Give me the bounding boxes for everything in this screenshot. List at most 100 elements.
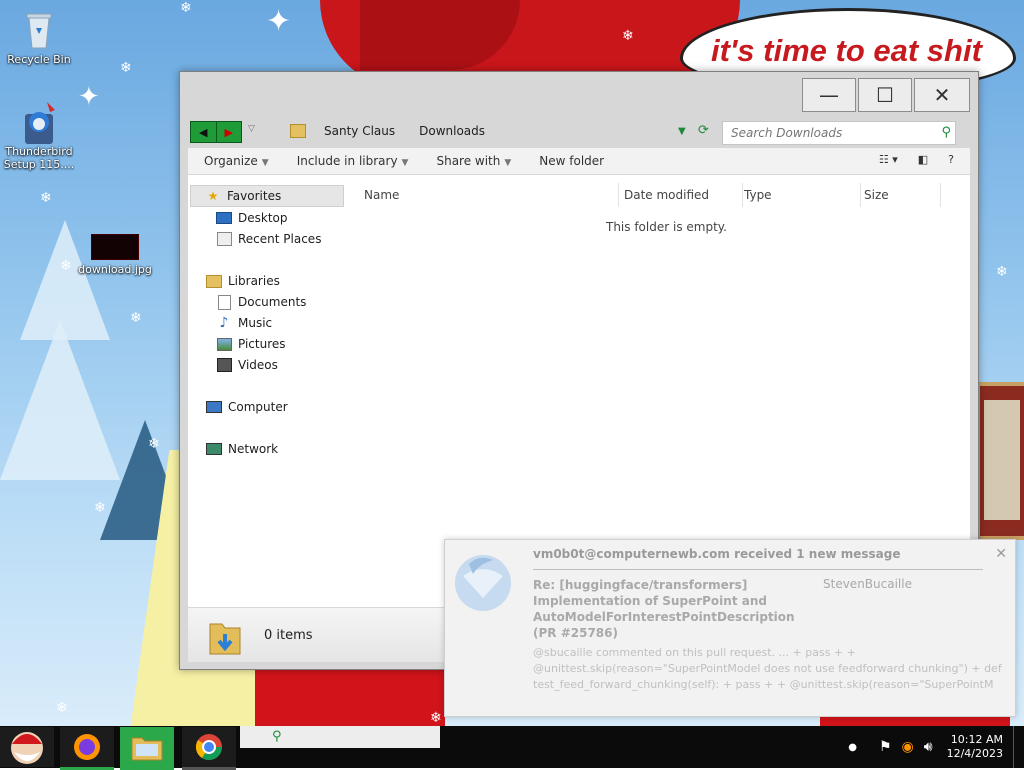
nav-item-videos[interactable]: Videos [216, 358, 278, 372]
nav-item-music[interactable]: ♪ Music [216, 315, 273, 331]
desktop-icon-label: download.jpg [78, 263, 152, 276]
notification-title: vm0b0t@computernewb.com received 1 new m… [533, 547, 901, 561]
volume-icon[interactable]: 🔊︎ [924, 739, 933, 755]
nav-item-pictures[interactable]: Pictures [216, 337, 286, 351]
column-header-name[interactable]: Name [364, 183, 619, 207]
meme-text: it's time to eat shit [711, 33, 982, 68]
nav-item-network[interactable]: Network [206, 442, 278, 456]
nav-item-recent-places[interactable]: Recent Places [216, 232, 321, 246]
desktop-icon [216, 211, 232, 225]
column-header-date-modified[interactable]: Date modified [620, 183, 743, 207]
nav-item-favorites[interactable]: ★ Favorites [190, 185, 344, 207]
taskbar: ⚲ ● ⚑ ◉ 🔊︎ 10:12 AM 12/4/2023 [0, 726, 1024, 770]
recent-places-icon [216, 232, 232, 246]
pictures-icon [216, 337, 232, 351]
image-thumbnail-icon [91, 234, 139, 260]
breadcrumb-item-downloads[interactable]: Downloads [419, 124, 485, 138]
organize-button[interactable]: Organize ▼ [204, 154, 269, 168]
forward-arrow-icon: ▶ [224, 125, 233, 139]
breadcrumb-item-santy-claus[interactable]: Santy Claus [324, 124, 395, 138]
search-icon[interactable]: ⚲ [941, 125, 951, 140]
snowflake-icon: ❄ [120, 60, 132, 76]
forward-button[interactable]: ▶ [215, 122, 242, 142]
desktop-icon-thunderbird-setup[interactable]: Thunderbird Setup 115.... [0, 100, 84, 171]
taskbar-clock[interactable]: 10:12 AM 12/4/2023 [947, 733, 1003, 761]
snowflake-icon: ❄ [56, 700, 68, 716]
snowflake-icon: ❄ [94, 500, 106, 516]
firefox-icon [74, 734, 100, 760]
maximize-button[interactable]: ☐ [858, 78, 912, 112]
taskbar-firefox[interactable] [60, 727, 114, 770]
snowflake-icon: ❄ [430, 710, 442, 726]
nav-item-documents[interactable]: Documents [216, 294, 306, 310]
preview-pane-icon[interactable]: ◧ [918, 153, 928, 166]
column-label: Size [864, 188, 889, 202]
nav-item-label: Desktop [238, 211, 288, 225]
close-button[interactable]: ✕ [914, 78, 970, 112]
santa-start-icon [11, 732, 43, 764]
column-header-type[interactable]: Type [740, 183, 861, 207]
address-dropdown-icon[interactable]: ▼ [678, 126, 686, 137]
notification-subject: Re: [huggingface/transformers] Implement… [533, 578, 795, 640]
notification-body: @sbucaille commented on this pull reques… [533, 646, 1002, 691]
snowflake-icon: ❄ [40, 190, 52, 206]
documents-icon [216, 294, 232, 310]
organize-label: Organize [204, 154, 258, 168]
snowflake-icon: ❄ [622, 28, 634, 44]
share-with-button[interactable]: Share with ▼ [436, 154, 511, 168]
empty-folder-message: This folder is empty. [606, 220, 727, 234]
view-controls: ☷ ▾ ◧ ? [879, 153, 954, 166]
desktop-icon-label: Recycle Bin [7, 53, 71, 66]
thunderbird-notification[interactable]: vm0b0t@computernewb.com received 1 new m… [444, 539, 1016, 717]
caption-buttons: — ☐ ✕ [800, 78, 970, 112]
desktop-icon-recycle-bin[interactable]: Recycle Bin [0, 8, 84, 66]
clock-time: 10:12 AM [950, 733, 1003, 746]
nav-item-label: Favorites [227, 189, 282, 203]
new-folder-button[interactable]: New folder [539, 154, 604, 168]
column-label: Type [744, 188, 772, 202]
firefox-tray-icon[interactable]: ◉ [902, 739, 914, 755]
taskbar-chrome[interactable] [182, 727, 236, 770]
change-view-icon[interactable]: ☷ ▾ [879, 153, 898, 166]
taskbar-explorer[interactable] [120, 727, 174, 770]
include-in-library-button[interactable]: Include in library ▼ [297, 154, 409, 168]
nav-item-desktop[interactable]: Desktop [216, 211, 288, 225]
computer-icon [206, 400, 222, 414]
share-with-label: Share with [436, 154, 501, 168]
back-forward-buttons: ◀ ▶ [190, 121, 242, 143]
show-desktop-button[interactable] [1013, 726, 1024, 768]
chevron-down-icon: ▼ [504, 158, 512, 168]
nav-item-libraries[interactable]: Libraries [206, 274, 280, 288]
chevron-down-icon: ▼ [401, 158, 409, 168]
tray-dot-icon: ● [848, 741, 857, 753]
help-icon[interactable]: ? [948, 153, 954, 166]
column-label: Name [364, 188, 400, 202]
action-center-flag-icon[interactable]: ⚑ [879, 739, 892, 755]
notification-sender: StevenBucaille [823, 577, 912, 591]
minimize-button[interactable]: — [802, 78, 856, 112]
music-note-icon: ♪ [219, 315, 229, 331]
star-icon: ★ [207, 189, 219, 203]
column-label: Date modified [624, 188, 710, 202]
nav-item-label: Videos [238, 358, 278, 372]
address-row: ◀ ▶ ▽ Santy Claus Downloads ▼ ⟳ ⚲ [188, 118, 968, 146]
snowflake-icon: ❄ [180, 0, 192, 16]
nav-item-computer[interactable]: Computer [206, 400, 288, 414]
search-box: ⚲ [722, 121, 956, 145]
search-input[interactable] [723, 122, 923, 144]
back-button[interactable]: ◀ [191, 122, 216, 142]
desktop-icon-download-jpg[interactable]: download.jpg [70, 234, 160, 276]
column-header-size[interactable]: Size [860, 183, 941, 207]
nav-item-label: Pictures [238, 337, 286, 351]
taskbar-search-box[interactable]: ⚲ [240, 726, 440, 748]
refresh-icon[interactable]: ⟳ [698, 123, 709, 138]
folder-icon [290, 124, 306, 138]
start-button[interactable] [0, 727, 54, 767]
desktop-icon-label: Thunderbird Setup 115.... [3, 145, 75, 171]
nav-item-label: Network [228, 442, 279, 456]
nav-item-label: Music [238, 316, 273, 330]
notification-close-button[interactable]: ✕ [995, 546, 1007, 562]
folder-icon [131, 737, 163, 761]
downloads-folder-icon [208, 616, 242, 659]
search-icon: ⚲ [272, 729, 282, 744]
